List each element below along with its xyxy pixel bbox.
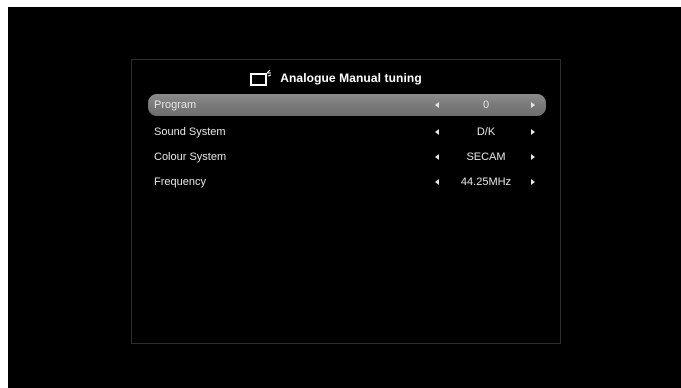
arrow-left-icon[interactable] <box>435 102 439 108</box>
menu-row-value: SECAM <box>466 150 506 163</box>
menu-row-value: 0 <box>482 99 490 111</box>
arrow-right-icon[interactable] <box>531 178 535 185</box>
tv-screen: Analogue Manual tuning Program 0 Sound S… <box>8 7 681 388</box>
menu-row-label: Colour System <box>154 150 227 163</box>
arrow-right-icon[interactable] <box>531 102 535 108</box>
arrow-left-icon[interactable] <box>435 128 439 135</box>
menu-row-label: Sound System <box>154 125 226 138</box>
tuning-panel: Analogue Manual tuning Program 0 Sound S… <box>131 59 561 344</box>
menu-row-program[interactable]: Program 0 <box>148 94 546 116</box>
arrow-left-icon[interactable] <box>435 153 439 160</box>
panel-header: Analogue Manual tuning <box>132 66 560 90</box>
menu-row-frequency[interactable]: Frequency 44.25MHz <box>148 169 546 194</box>
menu-row-label: Frequency <box>154 175 206 188</box>
menu-row-sound-system[interactable]: Sound System D/K <box>148 119 546 144</box>
menu-row-colour-system[interactable]: Colour System SECAM <box>148 144 546 169</box>
menu-row-value: D/K <box>476 125 496 138</box>
arrow-right-icon[interactable] <box>531 153 535 160</box>
arrow-right-icon[interactable] <box>531 128 535 135</box>
menu-row-value: 44.25MHz <box>460 175 512 188</box>
settings-menu: Program 0 Sound System D/K Colour System… <box>148 94 546 194</box>
arrow-left-icon[interactable] <box>435 178 439 185</box>
menu-row-label: Program <box>154 99 197 111</box>
page-title: Analogue Manual tuning <box>280 71 422 85</box>
tv-icon <box>250 69 272 86</box>
